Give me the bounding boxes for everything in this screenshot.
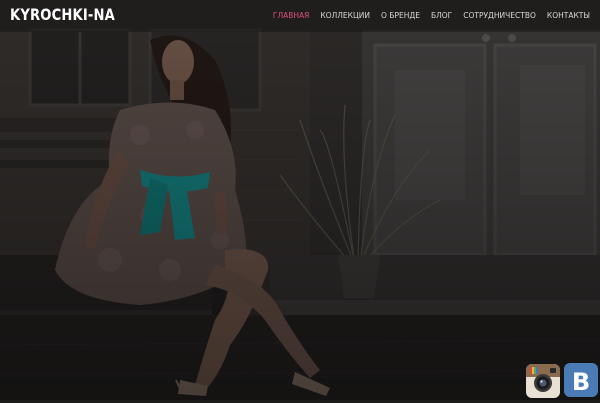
vk-icon[interactable]: B xyxy=(564,363,598,397)
nav-item-cooperation[interactable]: СОТРУДНИЧЕСТВО xyxy=(463,11,536,20)
instagram-icon[interactable] xyxy=(526,364,560,398)
site-header: KYROCHKI-NA ГЛАВНАЯ КОЛЛЕКЦИИ О БРЕНДЕ Б… xyxy=(0,0,600,32)
nav-item-blog[interactable]: БЛОГ xyxy=(431,11,452,20)
hero-background-photo xyxy=(0,0,600,400)
nav-item-contacts[interactable]: КОНТАКТЫ xyxy=(547,11,590,20)
nav-item-collections[interactable]: КОЛЛЕКЦИИ xyxy=(320,11,370,20)
site-logo[interactable]: KYROCHKI-NA xyxy=(10,5,115,24)
vk-glyph: B xyxy=(572,368,590,396)
main-nav: ГЛАВНАЯ КОЛЛЕКЦИИ О БРЕНДЕ БЛОГ СОТРУДНИ… xyxy=(273,11,590,20)
nav-item-about-brand[interactable]: О БРЕНДЕ xyxy=(381,11,420,20)
nav-item-home[interactable]: ГЛАВНАЯ xyxy=(273,11,309,20)
